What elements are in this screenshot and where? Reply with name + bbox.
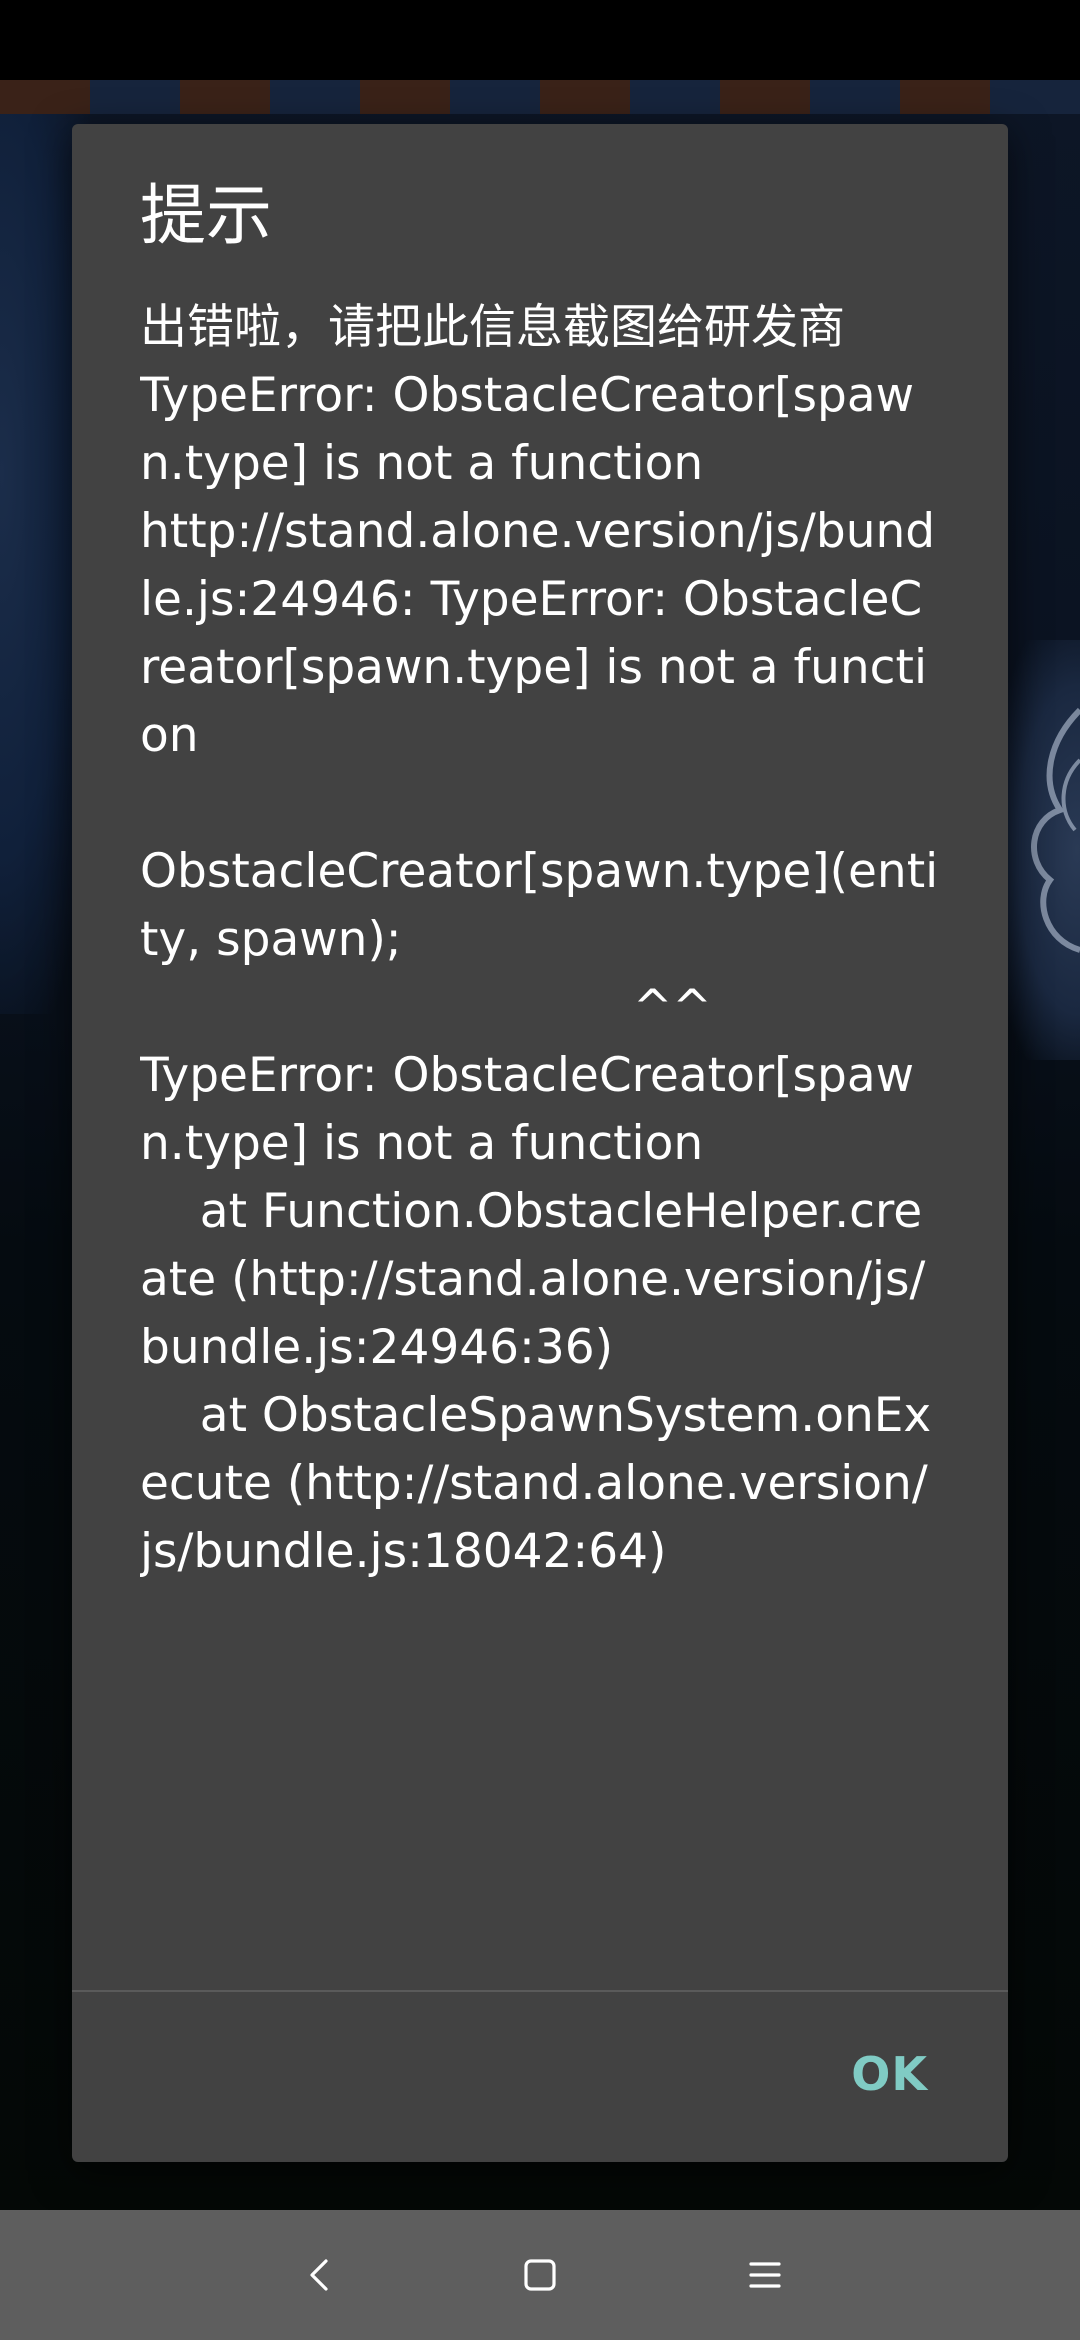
error-dialog: 提示 出错啦，请把此信息截图给研发商 TypeError: ObstacleCr… bbox=[72, 124, 1008, 2162]
dialog-actions: OK bbox=[72, 1992, 1008, 2162]
back-button[interactable] bbox=[260, 2210, 380, 2340]
dialog-message-scroll[interactable]: 出错啦，请把此信息截图给研发商 TypeError: ObstacleCreat… bbox=[140, 294, 940, 2112]
recents-button[interactable] bbox=[705, 2210, 825, 2340]
chevron-left-icon bbox=[310, 2259, 328, 2291]
square-home-icon bbox=[524, 2259, 556, 2291]
screen: 提示 出错啦，请把此信息截图给研发商 TypeError: ObstacleCr… bbox=[0, 0, 1080, 2340]
dialog-title: 提示 bbox=[140, 177, 272, 254]
navigation-bar bbox=[0, 2210, 1080, 2340]
ornament-icon bbox=[1031, 707, 1080, 953]
error-message: 出错啦，请把此信息截图给研发商 TypeError: ObstacleCreat… bbox=[140, 300, 939, 1579]
menu-lines-icon bbox=[749, 2262, 781, 2288]
ok-button[interactable]: OK bbox=[831, 2042, 948, 2106]
home-button[interactable] bbox=[480, 2210, 600, 2340]
awning-stripes bbox=[0, 80, 1080, 114]
